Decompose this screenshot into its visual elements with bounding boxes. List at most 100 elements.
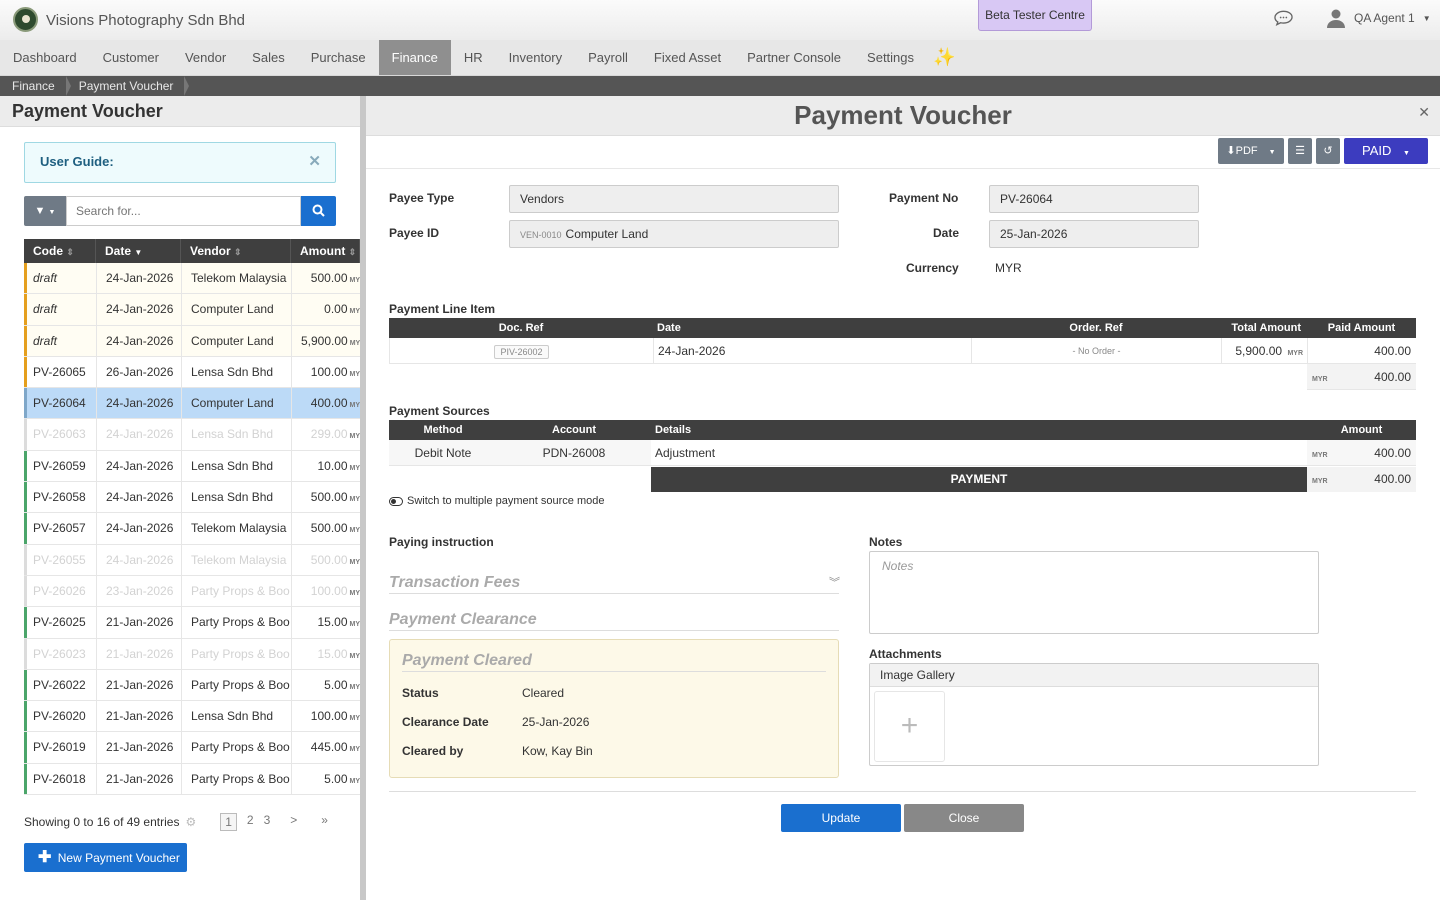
gear-icon[interactable]: ⚙ bbox=[185, 815, 196, 829]
nav-sales[interactable]: Sales bbox=[239, 40, 298, 75]
search-button[interactable] bbox=[301, 196, 336, 226]
pdf-button[interactable]: ⬇PDF ▼ bbox=[1218, 138, 1284, 164]
doc-ref-tag[interactable]: PIV-26002 bbox=[494, 344, 549, 359]
search-input[interactable] bbox=[66, 196, 301, 226]
page-last[interactable]: » bbox=[321, 813, 328, 831]
payee-type-field[interactable]: Vendors bbox=[509, 185, 839, 213]
payment-line-title: Payment Line Item bbox=[389, 302, 496, 316]
row-vendor: Party Props & Boo bbox=[181, 763, 291, 795]
table-row[interactable]: PV-26026 23-Jan-2026 Party Props & Boo 100.… bbox=[24, 575, 360, 608]
src-col-account: Account bbox=[552, 424, 596, 436]
table-row[interactable]: draft 24-Jan-2026 Computer Land 5,900.00 MY bbox=[24, 325, 360, 357]
source-details[interactable]: Adjustment bbox=[651, 440, 1307, 465]
source-account[interactable]: PDN-26008 bbox=[497, 446, 651, 460]
multiple-source-switch[interactable]: Switch to multiple payment source mode bbox=[389, 495, 604, 507]
row-code: PV-26019 bbox=[24, 732, 96, 763]
table-row[interactable]: PV-26065 26-Jan-2026 Lensa Sdn Bhd 100.00 MY bbox=[24, 356, 360, 389]
history-button[interactable]: ↺ bbox=[1316, 138, 1340, 164]
chat-icon[interactable] bbox=[1274, 10, 1293, 26]
source-method[interactable]: Debit Note bbox=[389, 446, 497, 460]
table-row[interactable]: PV-26019 21-Jan-2026 Party Props & Boo 445.… bbox=[24, 732, 360, 764]
close-icon[interactable]: ✕ bbox=[1418, 104, 1430, 121]
row-amount: 500.00 MY bbox=[291, 263, 360, 294]
date-field[interactable]: 25-Jan-2026 bbox=[989, 220, 1199, 248]
table-row[interactable]: PV-26055 24-Jan-2026 Telekom Malaysia 500.0… bbox=[24, 544, 360, 576]
list-view-button[interactable]: ☰ bbox=[1288, 138, 1312, 164]
nav-purchase[interactable]: Purchase bbox=[298, 40, 379, 75]
row-vendor: Computer Land bbox=[181, 388, 291, 419]
status-paid-button[interactable]: PAID ▼ bbox=[1344, 138, 1428, 164]
row-amount: 10.00 MY bbox=[291, 450, 360, 482]
source-amount[interactable]: MYR 400.00 bbox=[1307, 440, 1416, 465]
nav-inventory[interactable]: Inventory bbox=[496, 40, 575, 75]
close-icon[interactable]: ✕ bbox=[308, 143, 321, 181]
nav-hr[interactable]: HR bbox=[451, 40, 496, 75]
notes-textarea[interactable]: Notes bbox=[869, 551, 1319, 634]
col-vendor[interactable]: Vendor ⇕ bbox=[181, 239, 291, 263]
table-row[interactable]: PV-26022 21-Jan-2026 Party Props & Boo 5.00… bbox=[24, 669, 360, 702]
col-date[interactable]: Date ▼ bbox=[96, 239, 181, 263]
image-gallery-title: Image Gallery bbox=[870, 664, 1318, 687]
payment-total-row: MYR 400.00 bbox=[1307, 467, 1416, 492]
add-image-button[interactable]: + bbox=[874, 691, 945, 762]
table-row[interactable]: PV-26059 24-Jan-2026 Lensa Sdn Bhd 10.00 MY bbox=[24, 450, 360, 483]
table-row[interactable]: PV-26063 24-Jan-2026 Lensa Sdn Bhd 299.00 MY bbox=[24, 419, 360, 451]
payee-id-field[interactable]: VEN-0010 Computer Land bbox=[509, 220, 839, 248]
table-row[interactable]: draft 24-Jan-2026 Computer Land 0.00 MY bbox=[24, 294, 360, 326]
row-code: PV-26063 bbox=[24, 419, 96, 450]
line-total-amount: 400.00 bbox=[1374, 370, 1411, 384]
src-col-details: Details bbox=[655, 424, 692, 436]
line-col-docref: Doc. Ref bbox=[498, 322, 544, 334]
list-panel: Payment Voucher User Guide: ✕ ▼ ▼ Code ⇕… bbox=[0, 96, 360, 900]
beta-tester-button[interactable]: Beta Tester Centre bbox=[978, 0, 1092, 31]
table-row[interactable]: draft 24-Jan-2026 Telekom Malaysia 500.00 MY bbox=[24, 263, 360, 295]
breadcrumb-payment-voucher[interactable]: Payment Voucher bbox=[67, 76, 190, 96]
nav-finance[interactable]: Finance bbox=[378, 40, 451, 75]
table-row[interactable]: PV-26023 21-Jan-2026 Party Props & Boo 15.0… bbox=[24, 638, 360, 670]
row-amount: 299.00 MY bbox=[291, 419, 360, 450]
row-amount: 5,900.00 MY bbox=[291, 325, 360, 356]
sparkle-icon[interactable]: ✨ bbox=[927, 40, 961, 75]
payment-no-field[interactable]: PV-26064 bbox=[989, 185, 1199, 213]
table-row[interactable]: PV-26025 21-Jan-2026 Party Props & Boo 15.0… bbox=[24, 607, 360, 639]
row-date: 24-Jan-2026 bbox=[96, 325, 181, 356]
nav-partner-console[interactable]: Partner Console bbox=[734, 40, 854, 75]
page-next[interactable]: > bbox=[290, 813, 297, 831]
row-vendor: Telekom Malaysia bbox=[181, 544, 291, 575]
close-button[interactable]: Close bbox=[904, 804, 1024, 832]
nav-customer[interactable]: Customer bbox=[90, 40, 172, 75]
nav-settings[interactable]: Settings bbox=[854, 40, 927, 75]
nav-fixed-asset[interactable]: Fixed Asset bbox=[641, 40, 734, 75]
line-header: Doc. Ref Date Order. Ref Total Amount Pa… bbox=[389, 318, 1416, 338]
page-1[interactable]: 1 bbox=[220, 813, 237, 831]
page-3[interactable]: 3 bbox=[264, 813, 271, 831]
list-icon: ☰ bbox=[1295, 145, 1305, 157]
user-menu[interactable]: QA Agent 1 ▼ bbox=[1326, 8, 1431, 28]
new-payment-voucher-button[interactable]: ✚ New Payment Voucher bbox=[24, 843, 187, 872]
col-amount[interactable]: Amount ⇕ bbox=[291, 239, 360, 263]
table-row[interactable]: PV-26064 24-Jan-2026 Computer Land 400.00 MY bbox=[24, 388, 360, 420]
cleared-by-value: Kow, Kay Bin bbox=[522, 744, 593, 758]
chevron-double-down-icon[interactable]: ︾ bbox=[829, 574, 840, 590]
nav-vendor[interactable]: Vendor bbox=[172, 40, 239, 75]
user-guide-label[interactable]: User Guide: bbox=[40, 154, 114, 169]
status-label: Status bbox=[402, 686, 439, 700]
line-paid-amount[interactable]: 400.00 bbox=[1307, 338, 1416, 363]
table-row[interactable]: PV-26057 24-Jan-2026 Telekom Malaysia 500.0… bbox=[24, 513, 360, 545]
row-code: PV-26022 bbox=[24, 669, 96, 701]
showing-entries: Showing 0 to 16 of 49 entries bbox=[24, 815, 180, 829]
table-row[interactable]: PV-26058 24-Jan-2026 Lensa Sdn Bhd 500.00 MY bbox=[24, 482, 360, 514]
breadcrumb-finance[interactable]: Finance bbox=[0, 76, 71, 96]
col-code[interactable]: Code ⇕ bbox=[24, 239, 96, 263]
nav-payroll[interactable]: Payroll bbox=[575, 40, 641, 75]
filter-button[interactable]: ▼ ▼ bbox=[24, 196, 66, 226]
row-date: 21-Jan-2026 bbox=[96, 732, 181, 763]
paying-instruction-label: Paying instruction bbox=[389, 535, 494, 549]
table-row[interactable]: PV-26018 21-Jan-2026 Party Props & Boo 5.00… bbox=[24, 763, 360, 796]
transaction-fees-title[interactable]: Transaction Fees bbox=[389, 574, 520, 592]
page-2[interactable]: 2 bbox=[247, 813, 254, 831]
row-amount: 0.00 MY bbox=[291, 294, 360, 325]
update-button[interactable]: Update bbox=[781, 804, 901, 832]
table-row[interactable]: PV-26020 21-Jan-2026 Lensa Sdn Bhd 100.00 MY bbox=[24, 701, 360, 733]
nav-dashboard[interactable]: Dashboard bbox=[0, 40, 90, 75]
